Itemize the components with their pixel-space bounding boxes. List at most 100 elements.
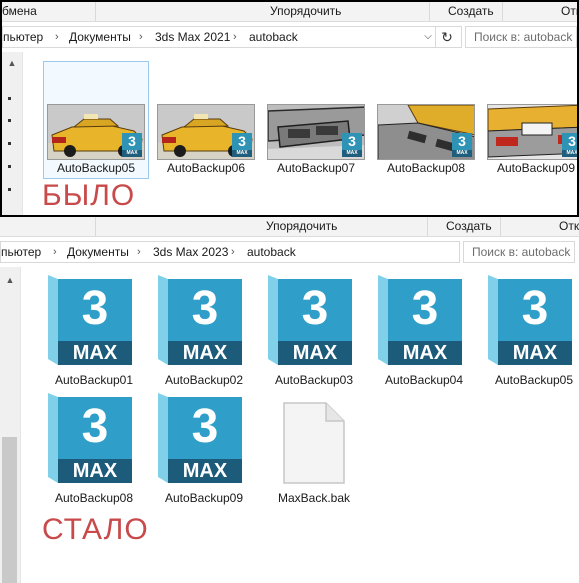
file-item[interactable]: 3 MAX AutoBackup01 xyxy=(48,275,152,395)
file-name: AutoBackup01 xyxy=(54,373,134,387)
badge-number: 3 xyxy=(458,133,466,149)
address-bar[interactable]: пьютер › Документы › 3ds Max 2023 › auto… xyxy=(0,241,460,263)
create-label[interactable]: Создать xyxy=(430,2,503,21)
icon-number: 3 xyxy=(191,400,219,453)
chevron-right-icon[interactable]: › xyxy=(137,242,141,262)
address-bar[interactable]: пьютер › Документы › 3ds Max 2021 › auto… xyxy=(2,26,462,48)
nav-tree-marker xyxy=(8,188,11,191)
nav-tree-marker xyxy=(8,119,11,122)
car-rear-thumbnail: 3 MAX xyxy=(267,104,365,160)
badge-number: 3 xyxy=(238,133,246,149)
create-label[interactable]: Создать xyxy=(428,217,501,236)
nav-tree-marker xyxy=(8,97,11,100)
car-rear-thumbnail: 3 MAX xyxy=(377,104,475,160)
file-name: AutoBackup09 xyxy=(164,491,244,505)
chevron-right-icon[interactable]: › xyxy=(53,242,57,262)
max-badge-icon: 3 MAX xyxy=(452,133,472,157)
icon-number: 3 xyxy=(521,282,549,335)
max-file-icon: 3 MAX xyxy=(268,275,352,365)
scroll-up-icon[interactable]: ▲ xyxy=(0,275,20,285)
organize-label[interactable]: Упорядочить xyxy=(96,217,428,236)
max-file-icon: 3 MAX xyxy=(48,275,132,365)
icon-number: 3 xyxy=(81,282,109,335)
file-item[interactable]: 3 MAX AutoBackup05 xyxy=(488,275,579,395)
before-caption: БЫЛО xyxy=(42,179,136,212)
explorer-window-after: Упорядочить Создать Отк пьютер › Докумен… xyxy=(0,217,579,583)
breadcrumb-autoback[interactable]: autoback xyxy=(249,27,298,47)
file-name: AutoBackup04 xyxy=(384,373,464,387)
file-item[interactable]: 3 MAX AutoBackup09 xyxy=(158,393,262,513)
file-item[interactable]: 3 MAX AutoBackup03 xyxy=(268,275,372,395)
chevron-right-icon[interactable]: › xyxy=(231,242,235,262)
search-input[interactable]: Поиск в: autoback xyxy=(463,241,575,263)
chevron-right-icon[interactable]: › xyxy=(55,27,59,47)
taxi-thumbnail: 3 MAX xyxy=(47,104,145,160)
file-item[interactable]: MaxBack.bak xyxy=(262,401,366,511)
file-item[interactable]: 3 MAX AutoBackup08 xyxy=(48,393,152,513)
breadcrumb-documents[interactable]: Документы xyxy=(69,27,131,47)
open-label[interactable]: Отк xyxy=(501,217,579,236)
max-badge-icon: 3 MAX xyxy=(232,133,252,157)
command-bar: бмена Упорядочить Создать Отк xyxy=(2,2,577,22)
max-file-icon: 3 MAX xyxy=(488,275,572,365)
icon-word: MAX xyxy=(72,342,118,364)
file-item[interactable]: 3 MAX AutoBackup05 xyxy=(44,102,148,180)
max-badge-icon: 3 MAX xyxy=(562,133,577,157)
file-item[interactable]: 3 MAX AutoBackup02 xyxy=(158,275,262,395)
file-name: AutoBackup09 xyxy=(496,161,576,175)
file-item[interactable]: 3 MAX AutoBackup09 xyxy=(484,102,577,180)
badge-number: 3 xyxy=(128,133,136,149)
refresh-icon[interactable]: ↻ xyxy=(435,27,458,47)
scroll-up-icon[interactable]: ▲ xyxy=(2,58,22,68)
icon-word: MAX xyxy=(512,342,558,364)
max-badge-icon: 3 MAX xyxy=(342,133,362,157)
ribbon-spacer xyxy=(0,217,96,236)
file-name: AutoBackup07 xyxy=(276,161,356,175)
file-item[interactable]: 3 MAX AutoBackup07 xyxy=(264,102,368,180)
badge-word: MAX xyxy=(122,150,142,157)
file-name: AutoBackup06 xyxy=(166,161,246,175)
chevron-right-icon[interactable]: › xyxy=(233,27,237,47)
chevron-right-icon[interactable]: › xyxy=(139,27,143,47)
breadcrumb-3dsmax[interactable]: 3ds Max 2021 xyxy=(155,27,230,47)
breadcrumb-autoback[interactable]: autoback xyxy=(247,242,296,262)
chevron-down-icon[interactable]: ⌵ xyxy=(421,27,435,47)
breadcrumb-computer[interactable]: пьютер xyxy=(1,242,41,262)
max-file-icon: 3 MAX xyxy=(378,275,462,365)
file-name: AutoBackup08 xyxy=(386,161,466,175)
max-file-icon: 3 MAX xyxy=(158,275,242,365)
max-file-icon: 3 MAX xyxy=(48,393,132,483)
nav-tree-marker xyxy=(8,165,11,168)
command-bar: Упорядочить Создать Отк xyxy=(0,217,579,237)
scrollbar-thumb[interactable] xyxy=(2,437,17,583)
explorer-window-before: бмена Упорядочить Создать Отк пьютер › Д… xyxy=(0,0,579,217)
breadcrumb-computer[interactable]: пьютер xyxy=(3,27,43,47)
share-button[interactable]: бмена xyxy=(2,2,96,21)
badge-number: 3 xyxy=(348,133,356,149)
file-name: AutoBackup08 xyxy=(54,491,134,505)
nav-tree-marker xyxy=(8,142,11,145)
file-item[interactable]: 3 MAX AutoBackup06 xyxy=(154,102,258,180)
breadcrumb-3dsmax[interactable]: 3ds Max 2023 xyxy=(153,242,228,262)
badge-word: MAX xyxy=(452,150,472,157)
max-badge-icon: 3 MAX xyxy=(122,133,142,157)
icon-word: MAX xyxy=(292,342,338,364)
car-rear-thumbnail: 3 MAX xyxy=(487,104,577,160)
nav-pane-scrollbar[interactable]: ▲ xyxy=(0,267,21,583)
file-name: AutoBackup05 xyxy=(56,161,136,175)
badge-word: MAX xyxy=(342,150,362,157)
search-input[interactable]: Поиск в: autoback xyxy=(465,26,577,48)
open-label[interactable]: Отк xyxy=(503,2,577,21)
nav-pane-scrollbar[interactable]: ▲ xyxy=(2,52,23,215)
icon-number: 3 xyxy=(191,282,219,335)
organize-label[interactable]: Упорядочить xyxy=(96,2,430,21)
breadcrumb-documents[interactable]: Документы xyxy=(67,242,129,262)
file-name: AutoBackup03 xyxy=(274,373,354,387)
badge-word: MAX xyxy=(232,150,252,157)
badge-number: 3 xyxy=(568,133,576,149)
file-item[interactable]: 3 MAX AutoBackup04 xyxy=(378,275,482,395)
file-name: AutoBackup02 xyxy=(164,373,244,387)
file-item[interactable]: 3 MAX AutoBackup08 xyxy=(374,102,478,180)
icon-word: MAX xyxy=(72,460,118,482)
document-file-icon xyxy=(283,402,345,484)
